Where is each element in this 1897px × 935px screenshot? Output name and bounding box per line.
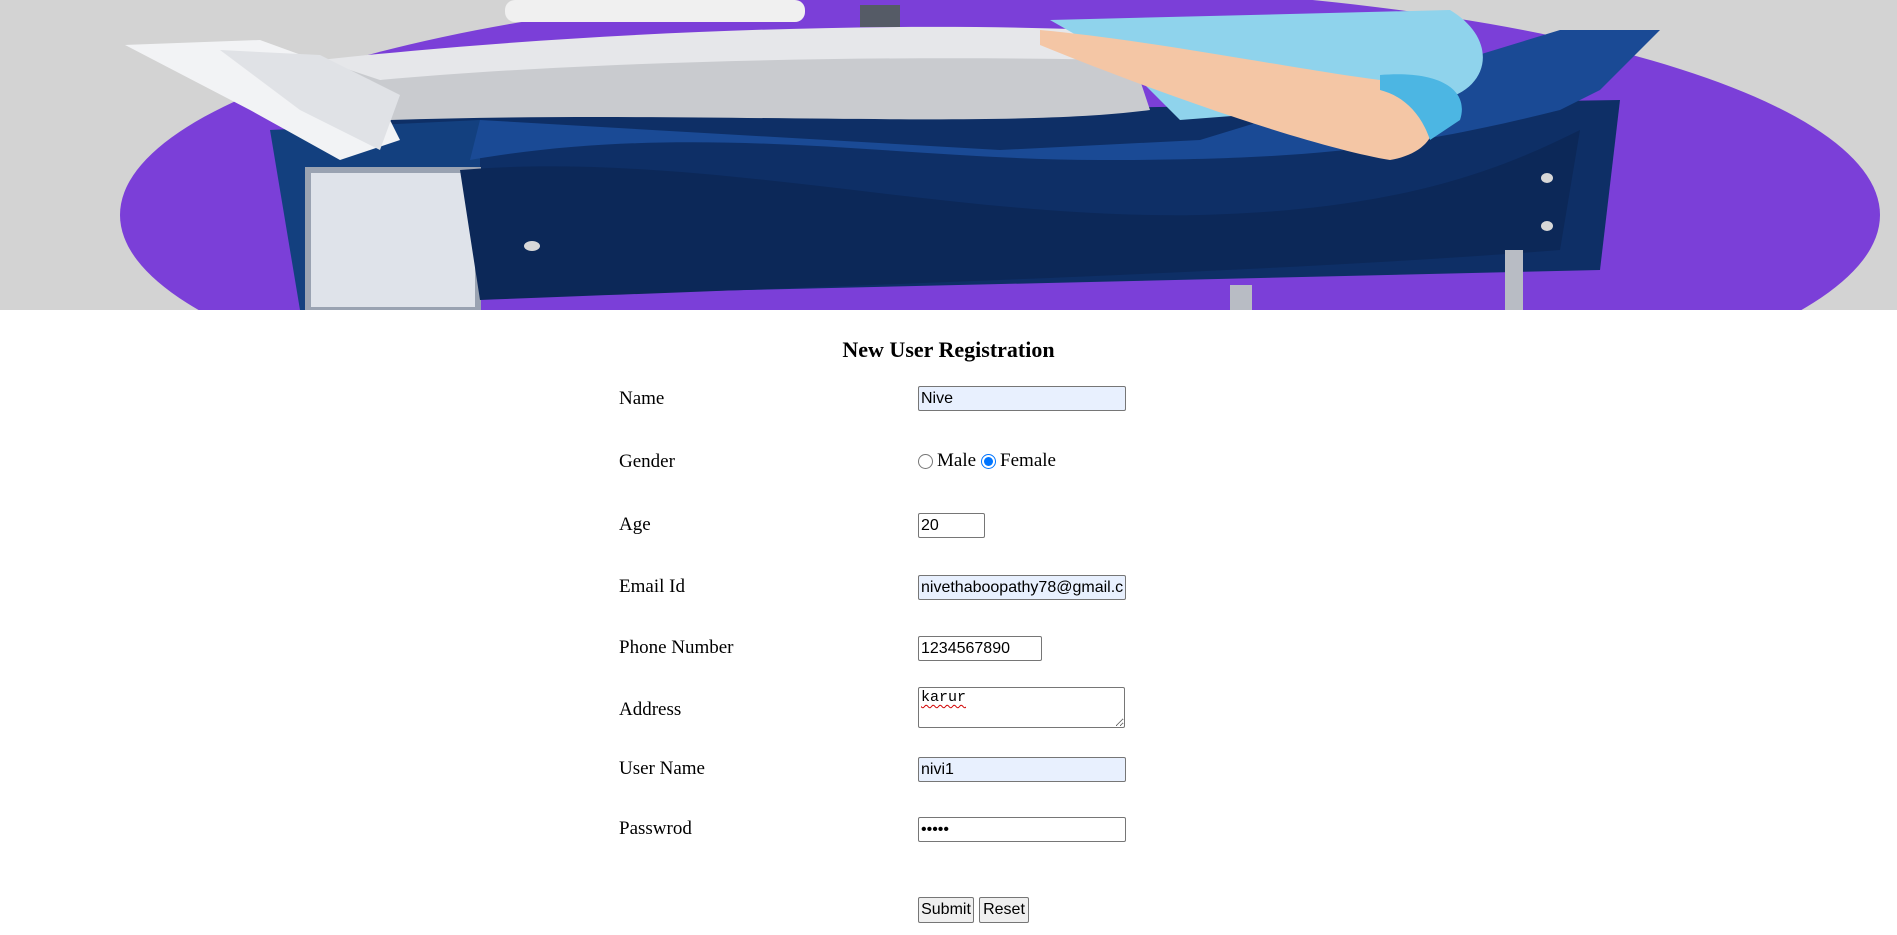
username-label: User Name [619, 758, 705, 779]
gender-radio-group: Male Female [918, 449, 1061, 473]
username-input[interactable] [918, 757, 1126, 782]
submit-button[interactable]: Submit [918, 897, 974, 923]
reset-button[interactable]: Reset [979, 897, 1029, 923]
gender-label: Gender [619, 451, 675, 472]
gender-male-radio[interactable] [918, 453, 933, 469]
name-label: Name [619, 388, 665, 409]
password-label: Passwrod [619, 818, 692, 839]
gender-female-label[interactable]: Female [1000, 449, 1056, 473]
address-label: Address [619, 699, 682, 720]
patient-bed-illustration [0, 0, 1897, 310]
address-textarea[interactable]: karur [918, 687, 1125, 728]
email-label: Email Id [619, 576, 685, 597]
header-banner-image [0, 0, 1897, 310]
password-input[interactable] [918, 817, 1126, 842]
name-input[interactable] [918, 386, 1126, 411]
age-label: Age [619, 514, 651, 535]
gender-male-label[interactable]: Male [937, 449, 976, 473]
phone-label: Phone Number [619, 637, 734, 658]
page-title: New User Registration [842, 337, 1055, 362]
phone-input[interactable] [918, 636, 1042, 661]
email-input[interactable] [918, 575, 1126, 600]
gender-female-radio[interactable] [981, 453, 997, 469]
age-input[interactable] [918, 513, 985, 538]
